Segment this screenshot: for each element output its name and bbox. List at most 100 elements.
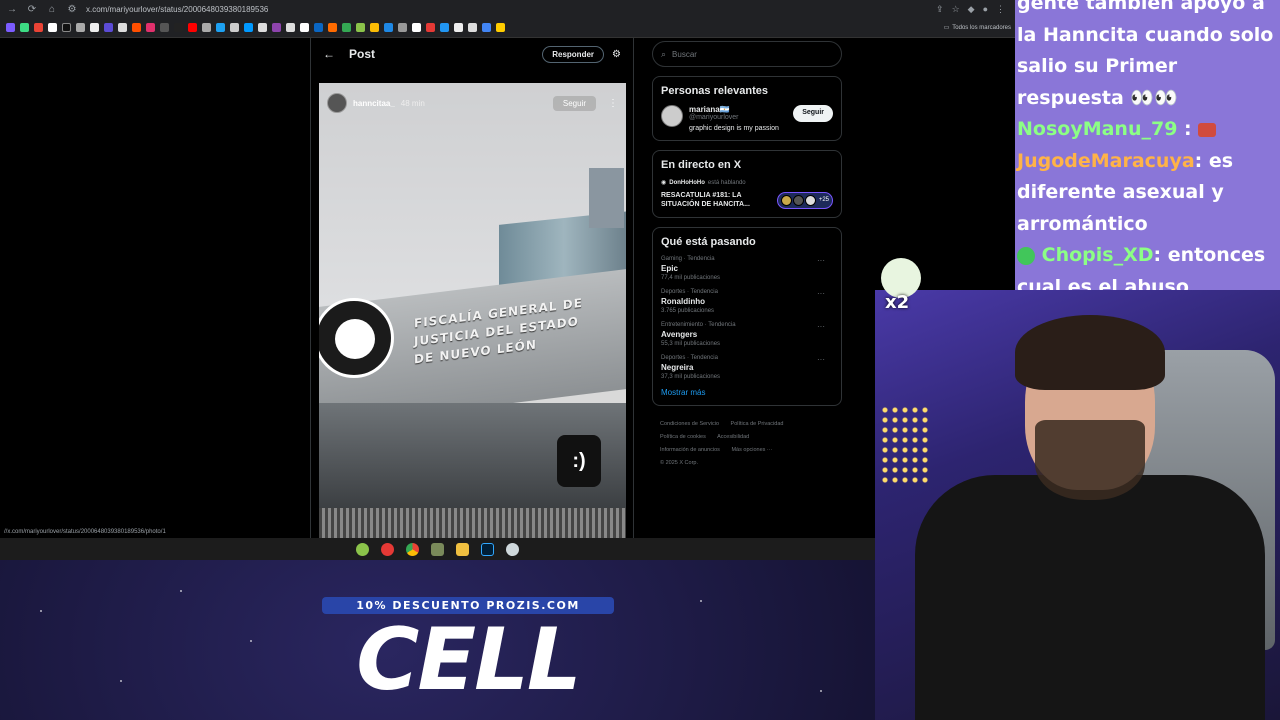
chat-message: Chopis_XD: entonces cual es el abuso [1017, 240, 1278, 290]
trend-item[interactable]: Gaming · Tendencia Epic 77,4 mil publica… [661, 256, 833, 281]
chrome-icon[interactable] [406, 542, 419, 556]
chat-username: Chopis_XD [1041, 244, 1154, 266]
stream-chat: gente también apoyo a la Hanncita cuando… [1015, 0, 1280, 290]
app-icon[interactable] [381, 542, 394, 556]
bookmark-icon[interactable] [230, 23, 239, 32]
story-username[interactable]: hanncitaa_ [353, 99, 395, 108]
bookmark-icon[interactable] [202, 23, 211, 32]
bookmark-icon[interactable] [482, 23, 491, 32]
photoshop-icon[interactable] [481, 542, 494, 556]
bookmark-icon[interactable] [132, 23, 141, 32]
bookmark-icon[interactable] [258, 23, 267, 32]
url-field[interactable]: x.com/mariyourlover/status/2000648039380… [86, 5, 928, 14]
trend-item[interactable]: Entretenimiento · Tendencia Avengers 55,… [661, 322, 833, 347]
search-box[interactable]: ⌕ [652, 41, 842, 67]
bookmark-icon[interactable] [20, 23, 29, 32]
bookmark-icon[interactable] [496, 23, 505, 32]
bookmark-icon[interactable] [62, 23, 71, 32]
bookmark-icon[interactable] [412, 23, 421, 32]
bookmark-icon[interactable] [90, 23, 99, 32]
host-avatar-icon: ◉ [661, 180, 667, 186]
bookmark-icon[interactable] [440, 23, 449, 32]
chat-message: gente también apoyo a la Hanncita cuando… [1017, 0, 1278, 114]
bookmark-icon[interactable] [146, 23, 155, 32]
bookmark-icon[interactable] [454, 23, 463, 32]
more-icon[interactable]: ··· [817, 256, 825, 265]
bookmarks-folder[interactable]: ▭ Todos los marcadores [944, 24, 1015, 32]
app-icon[interactable] [506, 542, 519, 556]
bookmark-icon[interactable] [272, 23, 281, 32]
settings-sliders-icon[interactable]: ⚙ [612, 49, 621, 60]
bookmark-icon[interactable] [286, 23, 295, 32]
bookmark-icon[interactable] [244, 23, 253, 32]
forward-icon[interactable]: → [6, 4, 18, 15]
bookmark-icon[interactable] [118, 23, 127, 32]
more-icon[interactable]: ··· [817, 289, 825, 298]
avatar[interactable] [327, 93, 347, 113]
bookmark-icon[interactable] [76, 23, 85, 32]
trend-item[interactable]: Deportes · Tendencia Ronaldinho 3.765 pu… [661, 289, 833, 314]
bookmark-icon[interactable] [426, 23, 435, 32]
share-icon[interactable]: ⇪ [936, 4, 944, 15]
footer-link[interactable]: Política de cookies [660, 434, 706, 440]
person-name[interactable]: mariana🇦🇷 [689, 105, 787, 114]
taskbar [0, 538, 875, 560]
menu-icon[interactable]: ⋮ [996, 4, 1005, 15]
extension-icon[interactable]: ◆ [968, 4, 975, 15]
app-icon[interactable] [431, 542, 444, 556]
follow-button[interactable]: Seguir [793, 105, 833, 122]
trend-name: Negreira [661, 363, 694, 373]
bookmark-icon[interactable] [328, 23, 337, 32]
search-input[interactable] [672, 49, 823, 59]
home-icon[interactable]: ⌂ [46, 4, 58, 15]
bookmark-icon[interactable] [34, 23, 43, 32]
bookmark-icon[interactable] [468, 23, 477, 32]
site-info-icon[interactable]: ⚙ [66, 4, 78, 15]
live-host-status: está hablando [707, 179, 746, 186]
folder-icon[interactable] [456, 542, 469, 556]
bookmark-icon[interactable] [160, 23, 169, 32]
footer-link[interactable]: Accesibilidad [717, 434, 749, 440]
more-icon[interactable]: ··· [817, 322, 825, 331]
bookmark-icon[interactable] [398, 23, 407, 32]
bookmark-icon[interactable] [342, 23, 351, 32]
reload-icon[interactable]: ⟳ [26, 4, 38, 15]
trend-meta: Entretenimiento · Tendencia [661, 322, 736, 329]
trend-meta: Deportes · Tendencia [661, 355, 718, 362]
trend-item[interactable]: Deportes · Tendencia Negreira 37,3 mil p… [661, 355, 833, 380]
star [180, 590, 182, 592]
bookmark-icon[interactable] [314, 23, 323, 32]
bookmark-icon[interactable] [104, 23, 113, 32]
more-vertical-icon[interactable]: ⋮ [608, 98, 618, 109]
bookmark-icon[interactable] [188, 23, 197, 32]
bookmark-icon[interactable] [216, 23, 225, 32]
footer-link[interactable]: Política de Privacidad [731, 421, 784, 427]
avatar[interactable] [661, 105, 683, 127]
bookmarks-folder-label: Todos los marcadores [952, 24, 1011, 31]
footer-link[interactable]: Información de anuncios [660, 447, 720, 453]
bookmark-icon[interactable] [48, 23, 57, 32]
footer-link[interactable]: Más opciones ··· [731, 447, 772, 453]
chat-text: gente también apoyo a la Hanncita cuando… [1017, 0, 1274, 109]
christmas-tree-lights [880, 405, 930, 485]
live-panel[interactable]: En directo en X ◉ DonHoHoHo está habland… [652, 150, 842, 219]
more-icon[interactable]: ··· [817, 355, 825, 364]
story-follow-button[interactable]: Seguir [552, 95, 596, 111]
bookmark-icon[interactable] [300, 23, 309, 32]
story-header: hanncitaa_ 48 min Seguir ⋮ [319, 83, 626, 123]
bookmark-star-icon[interactable]: ☆ [952, 4, 960, 15]
show-more-link[interactable]: Mostrar más [661, 388, 833, 397]
bookmark-icon[interactable] [6, 23, 15, 32]
footer-link[interactable]: Condiciones de Servicio [660, 421, 719, 427]
reply-button[interactable]: Responder [542, 45, 605, 63]
extension-icon[interactable]: ● [983, 4, 988, 15]
post-image[interactable]: FISCALÍA GENERAL DE JUSTICIA DEL ESTADO … [319, 83, 626, 538]
trends-title: Qué está pasando [661, 236, 756, 249]
bookmark-icon[interactable] [356, 23, 365, 32]
bookmark-icon[interactable] [174, 23, 183, 32]
space-title: RESACATULIA #181: LA SITUACIÓN DE HANCIT… [661, 192, 750, 209]
bookmark-icon[interactable] [370, 23, 379, 32]
bookmark-icon[interactable] [384, 23, 393, 32]
back-arrow-icon[interactable]: ← [323, 47, 349, 61]
app-icon[interactable] [356, 542, 369, 556]
